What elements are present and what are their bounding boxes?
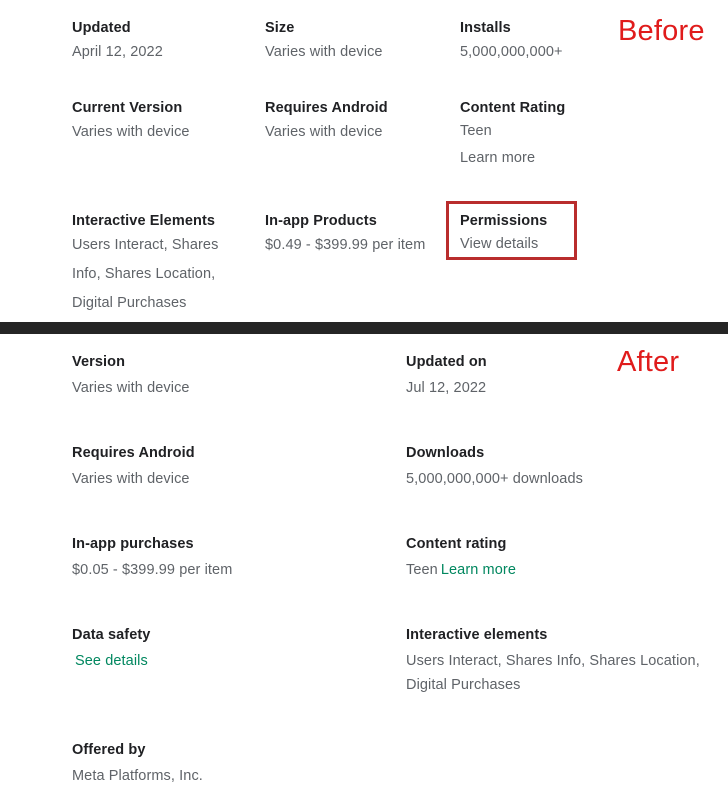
after-field-offered-by: Offered by Meta Platforms, Inc. [72,740,406,788]
field-value: Varies with device [72,380,190,396]
field-label: Content Rating [460,100,566,116]
field-value: Varies with device [72,471,190,487]
after-field-downloads: Downloads 5,000,000,000+ downloads [406,443,712,491]
field-value: April 12, 2022 [72,44,163,60]
field-label: Data safety [72,627,151,643]
before-row: Updated April 12, 2022 Size Varies with … [72,18,672,67]
field-value: $0.49 - $399.99 per item [265,237,426,253]
after-field-data-safety: Data safety See details [72,625,406,673]
after-row: Data safety See details Interactive elem… [72,625,712,697]
after-row: In-app purchases $0.05 - $399.99 per ite… [72,534,712,582]
field-label: Downloads [406,445,485,461]
field-label: In-app purchases [72,536,194,552]
field-label: Current Version [72,100,183,116]
after-row: Offered by Meta Platforms, Inc. [72,740,712,788]
after-annotation-label: After [617,346,680,378]
field-label: Content rating [406,536,507,552]
field-label: Size [265,20,295,36]
field-value-group: See details [72,649,406,673]
before-field-in-app-products: In-app Products $0.49 - $399.99 per item [265,211,460,260]
field-label: Offered by [72,742,146,758]
before-field-permissions: Permissions View details [460,211,660,258]
after-field-content-rating: Content rating Teen Learn more [406,534,712,582]
field-label: Version [72,354,126,370]
before-field-updated: Updated April 12, 2022 [72,18,265,67]
before-row: Interactive Elements Users Interact, Sha… [72,211,672,318]
field-value: $0.05 - $399.99 per item [72,562,233,578]
field-value: 5,000,000,000+ downloads [406,471,583,487]
field-value: Meta Platforms, Inc. [72,768,203,784]
before-annotation-label: Before [618,15,705,47]
after-field-version: Version Varies with device [72,352,406,400]
field-value: Varies with device [265,44,383,60]
data-safety-see-details-link[interactable]: See details [75,653,148,669]
before-info-grid: Updated April 12, 2022 Size Varies with … [72,18,672,318]
comparison-screenshot: Updated April 12, 2022 Size Varies with … [0,0,728,784]
permissions-view-details-link[interactable]: View details [460,231,660,258]
field-value: Teen [460,123,492,139]
field-label: Requires Android [265,100,388,116]
field-label: Requires Android [72,445,195,461]
field-label: Updated [72,20,131,36]
before-field-current-version: Current Version Varies with device [72,98,265,147]
field-label: In-app Products [265,213,377,229]
field-label: Permissions [460,213,548,229]
field-value: Varies with device [72,124,190,140]
content-rating-learn-more-link[interactable]: Learn more [441,562,516,578]
content-rating-learn-more-link[interactable]: Learn more [460,145,660,172]
before-field-interactive-elements: Interactive Elements Users Interact, Sha… [72,211,265,318]
after-row: Version Varies with device Updated on Ju… [72,352,712,400]
after-field-interactive-elements: Interactive elements Users Interact, Sha… [406,625,712,697]
before-field-size: Size Varies with device [265,18,460,67]
after-info-grid: Version Varies with device Updated on Ju… [72,352,712,788]
after-field-in-app-purchases: In-app purchases $0.05 - $399.99 per ite… [72,534,406,582]
after-row: Requires Android Varies with device Down… [72,443,712,491]
field-label: Interactive Elements [72,213,216,229]
field-value: Varies with device [265,124,383,140]
before-panel: Updated April 12, 2022 Size Varies with … [0,0,728,322]
after-panel: Version Varies with device Updated on Ju… [0,334,728,784]
before-row: Current Version Varies with device Requi… [72,98,672,172]
field-value: Teen [406,562,438,578]
after-field-requires-android: Requires Android Varies with device [72,443,406,491]
field-label: Interactive elements [406,627,548,643]
before-field-requires-android: Requires Android Varies with device [265,98,460,147]
field-value: Jul 12, 2022 [406,380,487,396]
field-value: Users Interact, Shares Info, Shares Loca… [406,653,700,693]
field-value: Users Interact, Shares Info, Shares Loca… [72,237,219,311]
before-field-content-rating: Content Rating Teen Learn more [460,98,660,172]
field-value-group: Teen Learn more [406,558,712,582]
section-divider [0,322,728,334]
